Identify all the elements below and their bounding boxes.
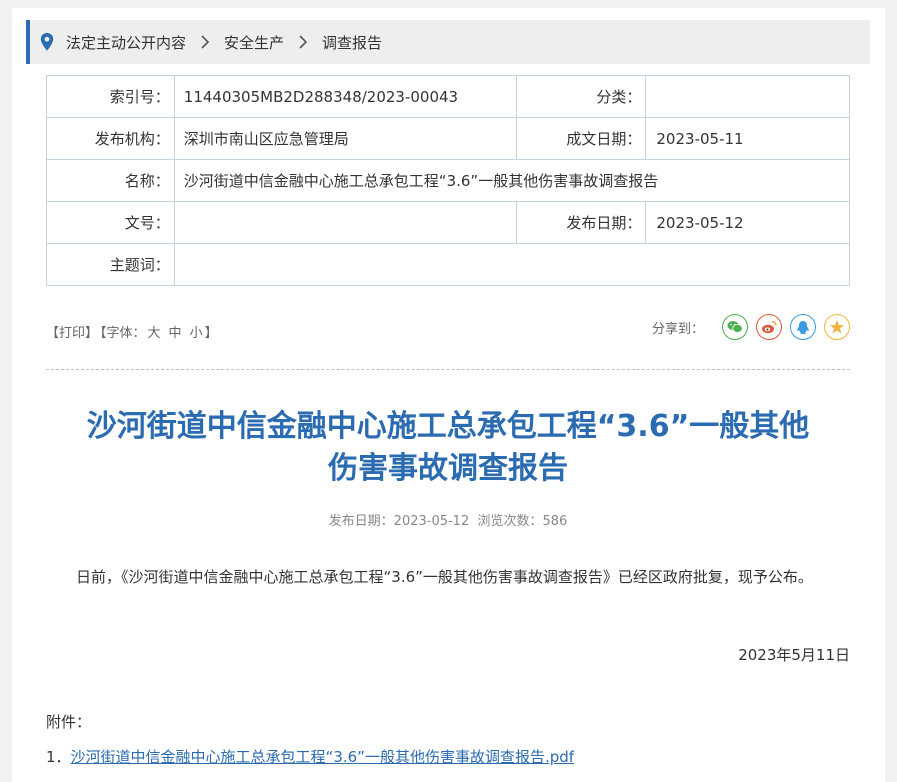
font-large-button[interactable]: 大 xyxy=(148,326,161,341)
info-row: 名称： 沙河街道中信金融中心施工总承包工程“3.6”一般其他伤害事故调查报告 xyxy=(46,159,851,202)
star-icon xyxy=(830,320,844,334)
qq-icon xyxy=(797,320,809,334)
info-table: 索引号： 11440305MB2D288348/2023-00043 分类： 发… xyxy=(46,75,851,286)
keyword-label: 主题词： xyxy=(46,243,175,286)
location-pin-icon xyxy=(40,33,54,51)
index-label: 索引号： xyxy=(46,75,175,118)
article-body: 日前，《沙河街道中信金融中心施工总承包工程“3.6”一般其他伤害事故调查报告》已… xyxy=(76,568,813,586)
font-size-suffix: 】 xyxy=(204,326,218,341)
share-qzone-button[interactable] xyxy=(824,314,850,340)
attachment-item: 1．沙河街道中信金融中心施工总承包工程“3.6”一般其他伤害事故调查报告.pdf xyxy=(46,746,574,767)
share-weibo-button[interactable] xyxy=(756,314,782,340)
font-medium-button[interactable]: 中 xyxy=(169,326,182,341)
share-qq-button[interactable] xyxy=(790,314,816,340)
keyword-value xyxy=(173,243,851,286)
doc-number-value xyxy=(173,201,517,244)
page: 法定主动公开内容 安全生产 调查报告 索引号： 11440305MB2D2883… xyxy=(12,8,885,782)
divider xyxy=(46,369,850,370)
article-meta: 发布日期：2023-05-12 浏览次数：586 xyxy=(328,514,568,529)
doc-number-label: 文号： xyxy=(46,201,175,244)
title-line: 伤害事故调查报告 xyxy=(328,451,568,486)
share-label: 分享到： xyxy=(651,321,704,337)
created-date-value: 2023-05-11 xyxy=(645,117,850,160)
wechat-icon xyxy=(727,321,743,333)
created-date-label: 成文日期： xyxy=(515,117,647,160)
attachment-link[interactable]: 沙河街道中信金融中心施工总承包工程“3.6”一般其他伤害事故调查报告.pdf xyxy=(71,748,575,766)
breadcrumb: 法定主动公开内容 安全生产 调查报告 xyxy=(26,20,870,64)
article-title: 沙河街道中信金融中心施工总承包工程“3.6”一般其他 伤害事故调查报告 xyxy=(46,406,850,490)
publish-date-value: 2023-05-12 xyxy=(645,201,850,244)
info-row: 主题词： xyxy=(46,243,851,286)
name-value: 沙河街道中信金融中心施工总承包工程“3.6”一般其他伤害事故调查报告 xyxy=(173,159,851,202)
attachment-index: 1． xyxy=(46,748,71,766)
breadcrumb-item[interactable]: 法定主动公开内容 xyxy=(66,32,186,53)
share-bar: 分享到： xyxy=(652,314,850,340)
weibo-icon xyxy=(762,320,777,334)
name-label: 名称： xyxy=(46,159,175,202)
breadcrumb-item[interactable]: 调查报告 xyxy=(322,32,382,53)
print-font-controls: 【打印】 【字体：大中小】 xyxy=(46,322,220,341)
print-button[interactable]: 【打印】 xyxy=(46,326,98,341)
info-row: 文号： 发布日期： 2023-05-12 xyxy=(46,201,850,244)
title-line: 沙河街道中信金融中心施工总承包工程“3.6”一般其他 xyxy=(86,409,810,444)
publish-date-label: 发布日期： xyxy=(515,201,647,244)
article-tools: 【打印】 【字体：大中小】 分享到： xyxy=(46,314,850,346)
org-value: 深圳市南山区应急管理局 xyxy=(173,117,517,160)
chevron-right-icon xyxy=(299,35,308,49)
article-date: 2023年5月11日 xyxy=(738,646,850,664)
share-wechat-button[interactable] xyxy=(722,314,748,340)
font-small-button[interactable]: 小 xyxy=(190,326,203,341)
org-label: 发布机构： xyxy=(46,117,175,160)
font-size-prefix: 【字体： xyxy=(100,326,146,341)
attachment-label: 附件： xyxy=(46,713,92,731)
category-value xyxy=(645,75,850,118)
info-row: 索引号： 11440305MB2D288348/2023-00043 分类： xyxy=(46,75,850,118)
index-value: 11440305MB2D288348/2023-00043 xyxy=(173,75,517,118)
category-label: 分类： xyxy=(515,75,647,118)
breadcrumb-item[interactable]: 安全生产 xyxy=(224,32,284,53)
info-row: 发布机构： 深圳市南山区应急管理局 成文日期： 2023-05-11 xyxy=(46,117,850,160)
chevron-right-icon xyxy=(201,35,210,49)
